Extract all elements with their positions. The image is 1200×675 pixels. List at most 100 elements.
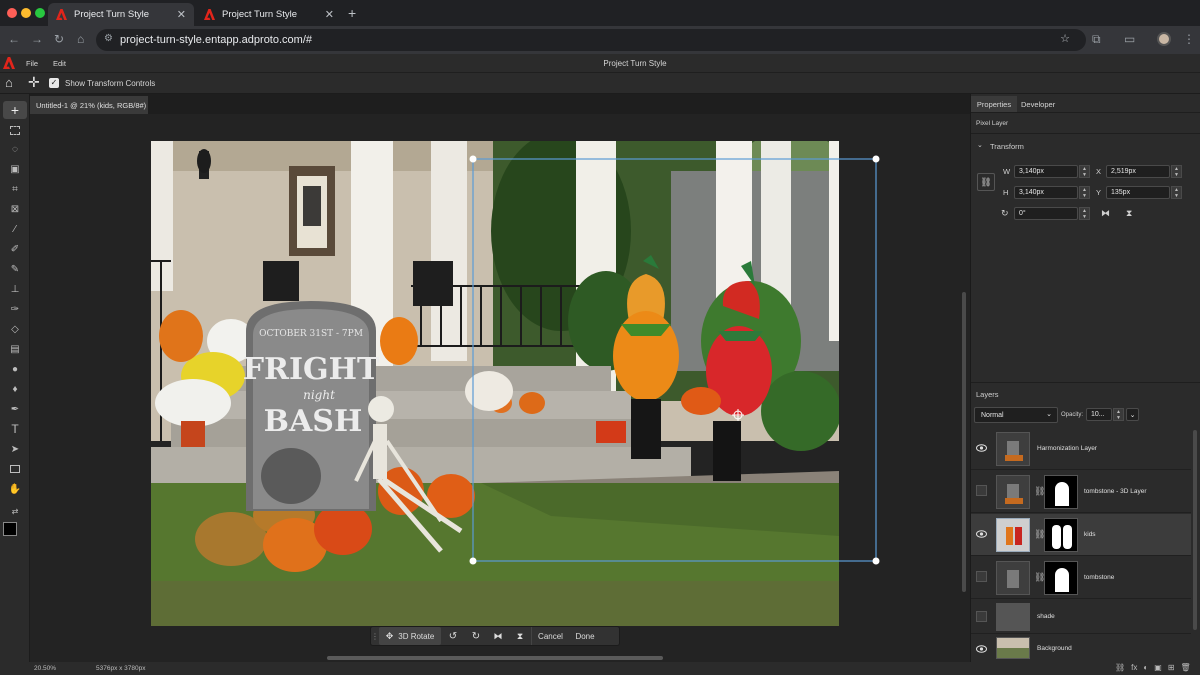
- dodge-tool-icon[interactable]: ♦: [8, 382, 22, 396]
- brush-tool-icon[interactable]: ✎: [8, 262, 22, 276]
- rotate-left-icon[interactable]: ↺: [441, 627, 465, 645]
- frame-tool-icon[interactable]: ⊠: [8, 202, 22, 216]
- move-tool-icon[interactable]: +: [3, 101, 27, 119]
- sidepanel-icon[interactable]: ▭: [1124, 32, 1135, 46]
- visibility-toggle[interactable]: [975, 570, 988, 583]
- window-minimize-button[interactable]: [21, 8, 31, 18]
- pen-tool-icon[interactable]: ✒: [8, 402, 22, 416]
- forward-icon[interactable]: →: [31, 32, 43, 46]
- object-select-tool-icon[interactable]: ▣: [8, 162, 22, 176]
- eye-icon[interactable]: [975, 527, 988, 540]
- bookmark-star-icon[interactable]: ☆: [1060, 32, 1070, 45]
- marquee-tool-icon[interactable]: [8, 123, 22, 137]
- gradient-tool-icon[interactable]: ▤: [8, 342, 22, 356]
- opacity-stepper[interactable]: ▲ ▼: [1113, 408, 1124, 421]
- blend-mode-select[interactable]: Normal ⌄: [974, 407, 1058, 423]
- stamp-tool-icon[interactable]: ⊥: [8, 282, 22, 296]
- eye-icon[interactable]: [975, 642, 988, 655]
- tab-developer[interactable]: Developer: [1021, 100, 1055, 109]
- layer-row-shade[interactable]: shade: [971, 600, 1191, 634]
- x-stepper[interactable]: ▲ ▼: [1171, 165, 1182, 178]
- path-select-tool-icon[interactable]: ➤: [8, 442, 22, 456]
- flip-horizontal-icon[interactable]: ⧓: [487, 627, 509, 645]
- window-maximize-button[interactable]: [35, 8, 45, 18]
- home-icon[interactable]: ⌂: [5, 75, 13, 90]
- lasso-tool-icon[interactable]: ◌: [8, 142, 22, 156]
- home-icon[interactable]: ⌂: [77, 32, 84, 46]
- foreground-color-swatch[interactable]: [3, 522, 17, 536]
- transform-handle-top-left[interactable]: [469, 155, 477, 163]
- flip-vertical-icon[interactable]: ⧗: [1126, 208, 1132, 219]
- new-layer-icon[interactable]: ⊞: [1168, 663, 1175, 672]
- layer-row-tombstone[interactable]: ⛓ tombstone: [971, 557, 1191, 599]
- y-input[interactable]: 135px: [1106, 186, 1170, 199]
- new-tab-icon[interactable]: +: [348, 5, 356, 21]
- browser-menu-icon[interactable]: ⋮: [1183, 32, 1195, 46]
- zoom-level[interactable]: 20.50%: [34, 665, 56, 672]
- vertical-scrollbar[interactable]: [962, 292, 966, 592]
- chevron-down-icon[interactable]: ⌄: [977, 141, 983, 149]
- transform-bounding-box[interactable]: [460, 150, 885, 570]
- drag-handle-icon[interactable]: ⋮: [371, 627, 379, 645]
- layer-row-kids[interactable]: ⛓ kids: [971, 514, 1191, 556]
- link-dimensions-icon[interactable]: ⛓: [977, 173, 995, 191]
- layers-scrollbar[interactable]: [1193, 430, 1197, 630]
- address-bar[interactable]: ⚙ project-turn-style.entapp.adproto.com/…: [96, 29, 1086, 51]
- done-button[interactable]: Done: [569, 627, 601, 645]
- profile-avatar[interactable]: [1157, 32, 1171, 46]
- tab-properties[interactable]: Properties: [971, 96, 1017, 112]
- horizontal-scrollbar[interactable]: [327, 656, 663, 660]
- flip-horizontal-icon[interactable]: ⧓: [1101, 208, 1110, 219]
- link-layers-icon[interactable]: ⛓: [1115, 663, 1125, 672]
- site-info-icon[interactable]: ⚙: [104, 33, 113, 44]
- width-input[interactable]: 3,140px: [1014, 165, 1078, 178]
- transform-handle-bottom-left[interactable]: [469, 557, 477, 565]
- show-transform-checkbox[interactable]: ✓: [49, 78, 59, 88]
- crop-tool-icon[interactable]: ⌗: [8, 182, 22, 196]
- y-stepper[interactable]: ▲ ▼: [1171, 186, 1182, 199]
- type-tool-icon[interactable]: T: [8, 422, 22, 436]
- opacity-dropdown-icon[interactable]: ⌄: [1126, 408, 1139, 421]
- visibility-toggle[interactable]: [975, 610, 988, 623]
- width-stepper[interactable]: ▲ ▼: [1079, 165, 1090, 178]
- move-tool-icon[interactable]: ✛: [28, 74, 40, 91]
- visibility-toggle[interactable]: [975, 484, 988, 497]
- layer-row-tombstone-3d[interactable]: ⛓ tombstone - 3D Layer: [971, 471, 1191, 513]
- transform-section-title[interactable]: Transform: [990, 142, 1024, 151]
- x-input[interactable]: 2,519px: [1106, 165, 1170, 178]
- reload-icon[interactable]: ↻: [54, 32, 64, 46]
- rotate-right-icon[interactable]: ↻: [465, 627, 487, 645]
- adjustment-layer-icon[interactable]: ◐: [1143, 663, 1148, 672]
- height-stepper[interactable]: ▲ ▼: [1079, 186, 1090, 199]
- hand-tool-icon[interactable]: ✋: [8, 482, 22, 496]
- browser-tab[interactable]: Project Turn Style ✕: [196, 3, 342, 26]
- document-tab[interactable]: Untitled-1 @ 21% (kids, RGB/8#): [30, 96, 148, 114]
- extensions-icon[interactable]: ⧉: [1092, 32, 1101, 47]
- back-icon[interactable]: ←: [8, 32, 20, 46]
- swap-colors-icon[interactable]: ⇄: [8, 504, 22, 518]
- layer-style-icon[interactable]: fx: [1131, 663, 1137, 672]
- flip-vertical-icon[interactable]: ⧗: [509, 627, 531, 645]
- height-input[interactable]: 3,140px: [1014, 186, 1078, 199]
- close-tab-icon[interactable]: ✕: [325, 8, 334, 21]
- delete-layer-icon[interactable]: 🗑: [1181, 663, 1191, 672]
- 3d-rotate-button[interactable]: ✥ 3D Rotate: [379, 627, 441, 645]
- window-close-button[interactable]: [7, 8, 17, 18]
- opacity-input[interactable]: 10...: [1086, 408, 1112, 421]
- angle-stepper[interactable]: ▲ ▼: [1079, 207, 1090, 220]
- history-brush-icon[interactable]: ✑: [8, 302, 22, 316]
- eyedropper-tool-icon[interactable]: ⁄: [8, 222, 22, 236]
- layer-row-harmonization[interactable]: Harmonization Layer: [971, 428, 1191, 470]
- layer-row-background[interactable]: Background: [971, 634, 1191, 662]
- shape-tool-icon[interactable]: [8, 462, 22, 476]
- add-mask-icon[interactable]: ▣: [1154, 663, 1162, 672]
- eraser-tool-icon[interactable]: ◇: [8, 322, 22, 336]
- transform-handle-bottom-right[interactable]: [872, 557, 880, 565]
- transform-handle-top-right[interactable]: [872, 155, 880, 163]
- cancel-button[interactable]: Cancel: [531, 627, 569, 645]
- healing-brush-icon[interactable]: ✐: [8, 242, 22, 256]
- blur-tool-icon[interactable]: ●: [8, 362, 22, 376]
- angle-input[interactable]: 0°: [1014, 207, 1078, 220]
- eye-icon[interactable]: [975, 441, 988, 454]
- close-tab-icon[interactable]: ✕: [177, 8, 186, 21]
